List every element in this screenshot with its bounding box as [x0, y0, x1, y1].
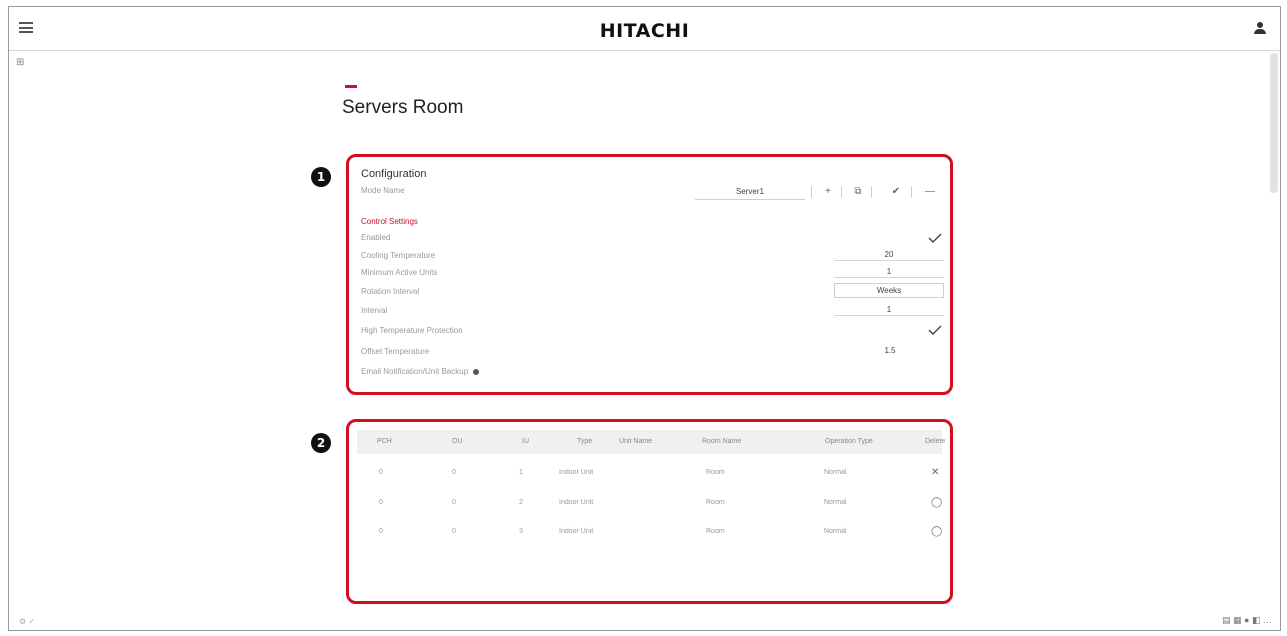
- cell-iu: 3: [519, 528, 523, 535]
- page-title: Servers Room: [342, 97, 464, 118]
- table-header: PCH OU IU Type Unit Name Room Name Opera…: [357, 430, 945, 454]
- column-header-ou[interactable]: OU: [452, 438, 463, 445]
- cell-room-name: Room: [706, 469, 725, 476]
- minimum-units-label: Minimum Active Units: [361, 268, 438, 277]
- cell-iu: 2: [519, 499, 523, 506]
- add-mode-button[interactable]: +: [819, 183, 837, 200]
- apply-mode-button[interactable]: ✔: [887, 183, 905, 200]
- copy-mode-button[interactable]: ⧉: [849, 183, 867, 200]
- cooling-temperature-field[interactable]: 20: [834, 248, 944, 261]
- rotation-interval-select[interactable]: Weeks: [834, 283, 944, 298]
- email-notification-label: Email Notification/Unit Backup: [361, 367, 469, 376]
- callout-badge-2: 2: [311, 433, 331, 453]
- enabled-label: Enabled: [361, 233, 391, 242]
- toolbar-separator: [841, 186, 842, 198]
- cell-operation-type[interactable]: Normal: [824, 469, 847, 476]
- callout-badge-1: 1: [311, 167, 331, 187]
- toolbar-separator: [911, 186, 912, 198]
- delete-row-icon[interactable]: ◯: [931, 526, 942, 537]
- interval-label: Interval: [361, 306, 388, 315]
- status-indicators: ⚙ ✓: [19, 617, 36, 626]
- brand-logo: HITACHI: [599, 20, 690, 42]
- main-content: Servers Room 1 2 Configuration Mode Name…: [9, 51, 1280, 604]
- high-temperature-label: High Temperature Protection: [361, 326, 463, 335]
- cooling-temperature-label: Cooling Temperature: [361, 251, 436, 260]
- cell-type: Indoor Unit: [559, 528, 594, 535]
- title-accent: [345, 85, 357, 88]
- column-header-type[interactable]: Type: [577, 438, 592, 445]
- cell-operation-type[interactable]: Normal: [824, 499, 847, 506]
- cell-room-name: Room: [706, 528, 725, 535]
- email-notification-row: Email Notification/Unit Backup: [361, 367, 480, 376]
- column-header-delete[interactable]: Delete: [925, 438, 945, 445]
- user-icon[interactable]: [1254, 22, 1266, 35]
- configuration-title: Configuration: [361, 168, 427, 180]
- offset-temperature-field[interactable]: 1.5: [870, 344, 910, 357]
- minimum-units-field[interactable]: 1: [834, 265, 944, 278]
- cell-ou: 0: [452, 528, 456, 535]
- enabled-checkbox[interactable]: [928, 233, 942, 243]
- cell-ou: 0: [452, 469, 456, 476]
- cell-pch: 0: [379, 499, 383, 506]
- interval-field[interactable]: 1: [834, 303, 944, 316]
- remove-mode-button[interactable]: —: [921, 183, 939, 200]
- cell-iu: 1: [519, 469, 523, 476]
- menu-icon[interactable]: [19, 22, 33, 33]
- column-header-pch[interactable]: PCH: [377, 438, 392, 445]
- high-temperature-checkbox[interactable]: [928, 325, 942, 335]
- toolbar-separator: [811, 186, 812, 198]
- cell-pch: 0: [379, 528, 383, 535]
- mode-name-label: Mode Name: [361, 186, 405, 195]
- delete-row-icon[interactable]: ✕: [931, 467, 939, 478]
- configuration-panel: Configuration Mode Name Server1 + ⧉ ✔ — …: [346, 154, 953, 395]
- mode-select[interactable]: Server1: [695, 183, 805, 200]
- control-settings-label: Control Settings: [361, 217, 418, 226]
- delete-row-icon[interactable]: ◯: [931, 497, 942, 508]
- column-header-unit-name[interactable]: Unit Name: [619, 438, 652, 445]
- column-header-operation-type[interactable]: Operation Type: [825, 438, 873, 445]
- taskbar-icons[interactable]: ▤ ▦ ● ◧ …: [1222, 615, 1272, 626]
- cell-type: Indoor Unit: [559, 469, 594, 476]
- cell-room-name: Room: [706, 499, 725, 506]
- cell-type: Indoor Unit: [559, 499, 594, 506]
- cell-pch: 0: [379, 469, 383, 476]
- toolbar-separator: [871, 186, 872, 198]
- cell-operation-type[interactable]: Normal: [824, 528, 847, 535]
- cell-ou: 0: [452, 499, 456, 506]
- top-bar: HITACHI: [9, 7, 1280, 51]
- app-window: HITACHI ⊞ Servers Room 1 2 Configuration…: [8, 6, 1281, 631]
- offset-temperature-label: Offset Temperature: [361, 347, 430, 356]
- column-header-iu[interactable]: IU: [522, 438, 529, 445]
- units-table-panel: PCH OU IU Type Unit Name Room Name Opera…: [346, 419, 953, 604]
- info-icon[interactable]: [473, 368, 480, 375]
- rotation-interval-label: Rotation Interval: [361, 287, 420, 296]
- column-header-room-name[interactable]: Room Name: [702, 438, 741, 445]
